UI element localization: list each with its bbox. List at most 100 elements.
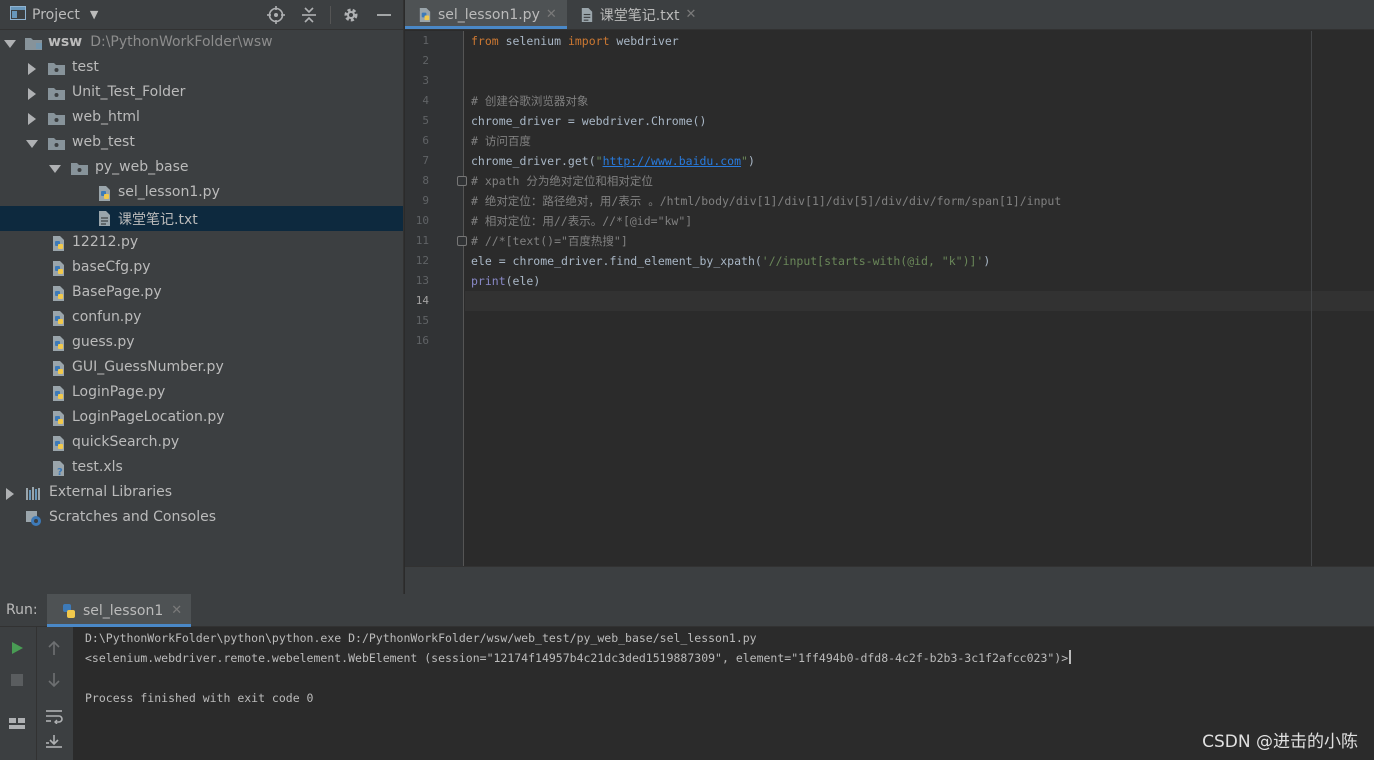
line-number: 8 <box>422 174 429 187</box>
tree-item-loginpage[interactable]: LoginPage.py <box>0 381 403 406</box>
line-number: 11 <box>415 234 429 247</box>
project-panel: Project ▼ wsw D:\PythonWorkFolder\wsw te… <box>0 0 404 594</box>
collapsed-arrow-icon[interactable] <box>4 488 16 500</box>
console-output-line: <selenium.webdriver.remote.webelement.We… <box>85 648 1072 668</box>
tree-item-py-web-base[interactable]: py_web_base <box>0 156 403 181</box>
soft-wrap-icon[interactable] <box>43 705 65 727</box>
run-tab-sel-lesson1[interactable]: sel_lesson1 ✕ <box>47 594 191 627</box>
tree-item-scratches[interactable]: Scratches and Consoles <box>0 506 403 531</box>
tab-notes-txt[interactable]: 课堂笔记.txt ✕ <box>567 0 707 29</box>
chevron-down-icon[interactable]: ▼ <box>90 8 98 21</box>
editor-bottom-strip <box>405 566 1374 594</box>
tree-item-basepage[interactable]: BasePage.py <box>0 281 403 306</box>
collapsed-arrow-icon[interactable] <box>26 88 38 100</box>
tree-item-test[interactable]: test <box>0 56 403 81</box>
python-file-icon <box>53 411 64 426</box>
tree-item-wsw[interactable]: wsw D:\PythonWorkFolder\wsw <box>0 31 403 56</box>
python-file-icon <box>53 436 64 451</box>
tree-item-quicksearch[interactable]: quickSearch.py <box>0 431 403 456</box>
tree-item-loginpagelocation[interactable]: LoginPageLocation.py <box>0 406 403 431</box>
run-toolbar <box>0 627 73 760</box>
console-command-line: D:\PythonWorkFolder\python\python.exe D:… <box>85 631 757 645</box>
python-file-icon <box>53 261 64 276</box>
tree-item-label: 12212.py <box>72 234 139 250</box>
up-arrow-icon[interactable] <box>43 637 65 659</box>
expanded-arrow-icon[interactable] <box>26 138 38 150</box>
tree-item-basecfg[interactable]: baseCfg.py <box>0 256 403 281</box>
layout-icon[interactable] <box>6 712 28 734</box>
line-number: 15 <box>415 314 429 327</box>
tree-item-label: quickSearch.py <box>72 434 180 450</box>
console-exit-line: Process finished with exit code 0 <box>85 691 314 705</box>
tree-item-gui-guessnumber[interactable]: GUI_GuessNumber.py <box>0 356 403 381</box>
locate-icon[interactable] <box>263 2 289 28</box>
expanded-arrow-icon[interactable] <box>49 163 61 175</box>
package-folder-icon <box>48 113 65 125</box>
run-panel-header: Run: sel_lesson1 ✕ <box>0 594 1374 627</box>
text-cursor <box>1069 650 1072 664</box>
tree-item-label: Unit_Test_Folder <box>72 84 186 100</box>
code-line: # //*[text()="百度热搜"] <box>471 234 628 248</box>
collapsed-arrow-icon[interactable] <box>26 63 38 75</box>
tab-sel-lesson1[interactable]: sel_lesson1.py ✕ <box>405 0 567 29</box>
fold-marker-icon[interactable] <box>457 176 467 186</box>
stop-icon[interactable] <box>6 669 28 691</box>
tree-item-label: wsw <box>48 34 83 50</box>
line-number: 9 <box>422 194 429 207</box>
tree-item-label: confun.py <box>72 309 142 325</box>
minimize-icon[interactable] <box>371 2 397 28</box>
tree-item-guess[interactable]: guess.py <box>0 331 403 356</box>
scratches-icon <box>26 511 41 526</box>
tree-item-unit-test-folder[interactable]: Unit_Test_Folder <box>0 81 403 106</box>
code-editor[interactable]: 1 2 3 4 5 6 7 8 9 10 11 12 13 14 15 16 f… <box>405 31 1374 566</box>
python-file-icon <box>53 361 64 376</box>
run-panel: Run: sel_lesson1 ✕ D:\PythonWorkFolder\p… <box>0 594 1374 760</box>
collapsed-arrow-icon[interactable] <box>26 113 38 125</box>
module-folder-icon <box>25 38 42 50</box>
watermark: CSDN @进击的小陈 <box>1202 732 1358 752</box>
project-window-icon <box>10 5 26 24</box>
line-number: 4 <box>422 94 429 107</box>
tree-item-external-libraries[interactable]: External Libraries <box>0 481 403 506</box>
tree-item-confun[interactable]: confun.py <box>0 306 403 331</box>
tree-item-notes-txt[interactable]: 课堂笔记.txt <box>0 206 403 231</box>
package-folder-icon <box>71 163 88 175</box>
tree-item-web-html[interactable]: web_html <box>0 106 403 131</box>
fold-marker-icon[interactable] <box>457 236 467 246</box>
run-label: Run: <box>6 602 38 618</box>
tree-item-label: LoginPage.py <box>72 384 166 400</box>
tree-item-label: GUI_GuessNumber.py <box>72 359 224 375</box>
line-number: 12 <box>415 254 429 267</box>
tree-item-sel-lesson1[interactable]: sel_lesson1.py <box>0 181 403 206</box>
tree-item-label: External Libraries <box>49 484 172 500</box>
python-file-icon <box>53 336 64 351</box>
code-text[interactable]: from selenium import webdriver # 创建谷歌浏览器… <box>471 31 1374 566</box>
close-icon[interactable]: ✕ <box>171 603 182 618</box>
down-arrow-icon[interactable] <box>43 669 65 691</box>
editor-panel: sel_lesson1.py ✕ 课堂笔记.txt ✕ 1 2 3 4 5 6 … <box>405 0 1374 594</box>
url-link[interactable]: http://www.baidu.com <box>603 154 741 168</box>
code-line: from selenium import webdriver <box>471 34 679 48</box>
project-view-selector[interactable]: Project <box>32 7 80 23</box>
gear-icon[interactable] <box>338 2 364 28</box>
python-file-icon <box>99 186 110 201</box>
scroll-to-end-icon[interactable] <box>43 731 65 753</box>
tree-item-label: test.xls <box>72 459 123 475</box>
tree-item-12212[interactable]: 12212.py <box>0 231 403 256</box>
line-number: 3 <box>422 74 429 87</box>
code-line: # 访问百度 <box>471 134 531 148</box>
close-icon[interactable]: ✕ <box>685 7 696 22</box>
text-file-icon <box>99 211 110 226</box>
close-icon[interactable]: ✕ <box>546 7 557 22</box>
line-number: 1 <box>422 34 429 47</box>
tree-item-test-xls[interactable]: ? test.xls <box>0 456 403 481</box>
rerun-icon[interactable] <box>6 637 28 659</box>
code-line: # xpath 分为绝对定位和相对定位 <box>471 174 653 188</box>
python-file-icon <box>53 311 64 326</box>
python-file-icon <box>53 286 64 301</box>
editor-tab-bar: sel_lesson1.py ✕ 课堂笔记.txt ✕ <box>405 0 1374 30</box>
expanded-arrow-icon[interactable] <box>4 38 16 50</box>
tree-item-web-test[interactable]: web_test <box>0 131 403 156</box>
collapse-all-icon[interactable] <box>296 2 322 28</box>
line-number: 2 <box>422 54 429 67</box>
